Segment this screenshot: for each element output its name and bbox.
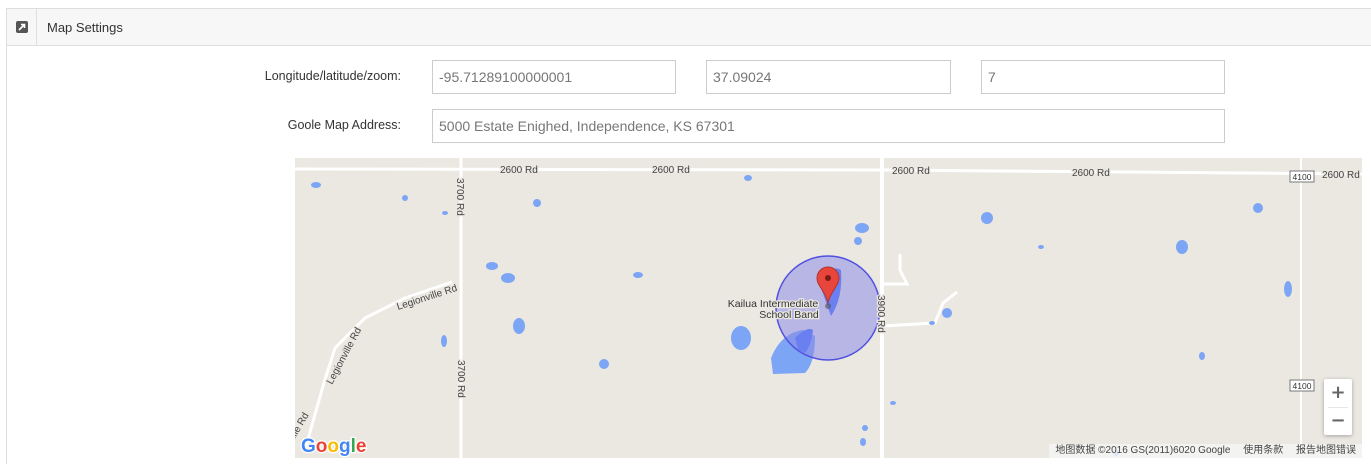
road-label: 2600 Rd [1072, 168, 1110, 179]
shield-label: 4100 [1293, 381, 1312, 391]
map-attribution: 地图数据 ©2016 GS(2011)6020 Google 使用条款 报告地图… [1049, 444, 1362, 458]
google-logo: Google [300, 435, 368, 458]
zoom-control: + − [1324, 379, 1352, 435]
road-legionville [303, 280, 453, 451]
google-map[interactable]: Kailua Intermediate School Band 2600 Rd … [295, 158, 1362, 458]
zoom-in-button[interactable]: + [1324, 379, 1352, 407]
map-canvas[interactable]: Kailua Intermediate School Band 2600 Rd … [295, 158, 1362, 458]
highway-shield: 4100 [1289, 170, 1315, 183]
panel-toggle[interactable] [7, 9, 37, 45]
latitude-input[interactable] [706, 60, 951, 94]
attribution-text: 地图数据 ©2016 GS(2011)6020 Google [1055, 445, 1231, 456]
report-error-link[interactable]: 报告地图错误 [1296, 445, 1356, 456]
address-label: Goole Map Address: [287, 118, 401, 132]
place-label: Kailua Intermediate School Band [727, 297, 821, 323]
panel-heading: Map Settings [7, 9, 1371, 46]
zoom-out-button[interactable]: − [1324, 407, 1352, 435]
svg-text:Google: Google [301, 436, 366, 457]
road-spur-1 [882, 254, 910, 286]
external-link-icon [16, 21, 28, 33]
road-label: 3900 Rd [875, 295, 886, 333]
terms-link[interactable]: 使用条款 [1243, 445, 1283, 456]
place-name-line2: School Band [759, 309, 819, 321]
road-label: 2600 Rd [652, 165, 690, 176]
road-label: 2600 Rd [892, 166, 930, 177]
address-input[interactable] [432, 109, 1225, 143]
road-label: 2600 Rd [500, 165, 538, 176]
zoom-input[interactable] [981, 60, 1225, 94]
coords-label: Longitude/latitude/zoom: [264, 69, 401, 83]
road-2600 [295, 167, 1362, 176]
road-label: 2600 Rd [1322, 170, 1360, 181]
longitude-input[interactable] [432, 60, 676, 94]
highway-shield: 4100 [1289, 379, 1315, 392]
panel-title: Map Settings [47, 20, 123, 35]
shield-label: 4100 [1293, 172, 1312, 182]
road-label: 3700 Rd [455, 360, 466, 398]
road-label: 3700 Rd [454, 178, 465, 216]
road-label: Legionville Rd [325, 326, 364, 387]
